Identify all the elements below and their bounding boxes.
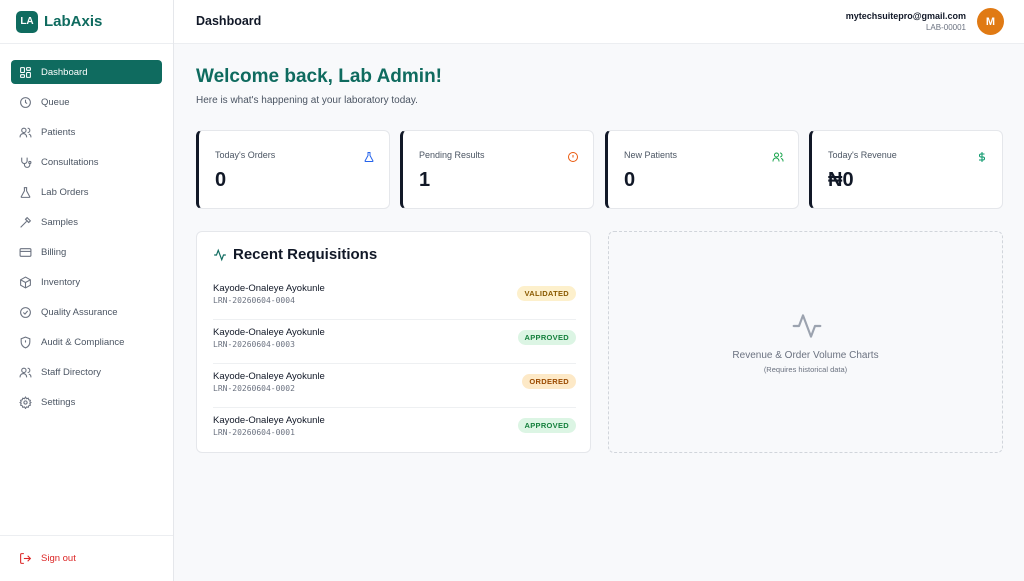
pipette-icon [20,216,32,228]
sidebar-item-quality-assurance[interactable]: Quality Assurance [11,300,162,324]
check-circle-icon [20,306,31,318]
sidebar-item-audit-compliance[interactable]: Audit & Compliance [11,330,162,354]
stat-card-pending-results: Pending Results 1 [400,130,594,209]
status-badge: ORDERED [522,374,576,389]
dollar-icon [979,152,985,162]
avatar[interactable]: M [977,8,1004,35]
sidebar-item-lab-orders[interactable]: Lab Orders [11,180,162,204]
sidebar-item-samples[interactable]: Samples [11,210,162,234]
sidebar-item-label: Inventory [41,276,81,288]
panel-header: Recent Requisitions [213,246,377,263]
stethoscope-icon [21,157,32,168]
sidebar-item-billing[interactable]: Billing [11,240,162,264]
activity-icon [792,314,822,338]
list-item[interactable]: Kayode-Onaleye Ayokunle LRN-20260604-000… [213,364,576,408]
list-item[interactable]: Kayode-Onaleye Ayokunle LRN-20260604-000… [213,276,576,320]
sidebar-item-staff-directory[interactable]: Staff Directory [11,360,162,384]
stat-value: 1 [419,169,431,191]
status-badge: APPROVED [517,418,576,433]
chart-placeholder-subtitle: (Requires historical data) [763,365,848,374]
brand[interactable]: LA LabAxis [0,0,173,44]
credit-card-icon [19,247,32,257]
user-email: mytechsuitepro@gmail.com [845,11,966,21]
sidebar-item-settings[interactable]: Settings [11,390,162,414]
sidebar-item-dashboard[interactable]: Dashboard [11,60,162,84]
sidebar-item-label: Staff Directory [41,366,102,378]
flask-icon [20,186,31,198]
sidebar-footer: Sign out [0,535,173,581]
logout-icon [20,553,32,564]
patient-name: Kayode-Onaleye Ayokunle [213,327,325,338]
sidebar-item-label: Consultations [41,156,99,168]
sign-out-button[interactable]: Sign out [19,552,76,565]
user-info: mytechsuitepro@gmail.com LAB-00001 [846,11,966,32]
sign-out-label: Sign out [41,553,76,564]
shield-icon [20,336,31,349]
box-icon [20,275,31,289]
sidebar: LA LabAxis Dashboard Queue Patients Cons… [0,0,174,581]
stat-label: Today's Orders [215,150,276,160]
status-badge: VALIDATED [517,286,576,301]
users-icon [19,367,32,377]
sidebar-item-label: Samples [41,216,78,228]
sidebar-item-label: Audit & Compliance [41,336,125,348]
stat-label: Pending Results [419,150,485,160]
page-title: Dashboard [196,14,262,28]
stat-value: 0 [215,169,227,191]
list-item[interactable]: Kayode-Onaleye Ayokunle LRN-20260604-000… [213,320,576,364]
welcome-heading: Welcome back, Lab Admin! [196,66,442,87]
status-badge: APPROVED [517,330,576,345]
stat-label: New Patients [624,150,678,160]
alert-circle-icon [568,152,578,162]
chart-placeholder-title: Revenue & Order Volume Charts [732,350,879,361]
top-header: Dashboard mytechsuitepro@gmail.com LAB-0… [174,0,1024,44]
sidebar-item-consultations[interactable]: Consultations [11,150,162,174]
stat-card-todays-revenue: Today's Revenue ₦0 [809,130,1003,209]
panel-title: Recent Requisitions [233,246,378,263]
list-item[interactable]: Kayode-Onaleye Ayokunle LRN-20260604-000… [213,408,576,452]
chart-placeholder: Revenue & Order Volume Charts (Requires … [608,231,1003,453]
stat-card-todays-orders: Today's Orders 0 [196,130,390,209]
sidebar-item-label: Dashboard [41,66,88,78]
sidebar-item-queue[interactable]: Queue [11,90,162,114]
stat-label: Today's Revenue [828,150,897,160]
requisition-id: LRN-20260604-0001 [213,428,295,437]
clock-icon [20,96,31,108]
sidebar-item-patients[interactable]: Patients [11,120,162,144]
users-icon [19,127,32,137]
stat-value: 0 [624,169,636,191]
requisition-id: LRN-20260604-0002 [213,384,295,393]
requisition-id: LRN-20260604-0003 [213,340,295,349]
sidebar-item-label: Quality Assurance [41,306,118,318]
requisition-list: Kayode-Onaleye Ayokunle LRN-20260604-000… [213,276,576,452]
patient-name: Kayode-Onaleye Ayokunle [213,371,325,382]
sidebar-item-label: Settings [41,396,76,408]
patient-name: Kayode-Onaleye Ayokunle [213,415,325,426]
brand-logo: LA [16,10,38,33]
sidebar-item-label: Billing [41,246,67,258]
recent-requisitions-panel: Recent Requisitions Kayode-Onaleye Ayoku… [196,231,591,453]
stat-value: ₦0 [828,169,854,191]
sidebar-item-label: Lab Orders [41,186,89,198]
users-icon [772,152,784,162]
sidebar-item-inventory[interactable]: Inventory [11,270,162,294]
flask-icon [364,152,374,162]
brand-name: LabAxis [44,13,103,30]
gear-icon [19,395,32,409]
requisition-id: LRN-20260604-0004 [213,296,295,305]
stat-card-new-patients: New Patients 0 [605,130,799,209]
welcome-subtitle: Here is what's happening at your laborat… [196,95,418,106]
sidebar-nav: Dashboard Queue Patients Consultations L… [0,44,173,414]
patient-name: Kayode-Onaleye Ayokunle [213,283,325,294]
lab-id: LAB-00001 [925,23,966,32]
grid-icon [20,66,31,78]
activity-icon [214,248,226,261]
sidebar-item-label: Patients [41,126,76,138]
sidebar-item-label: Queue [41,96,70,108]
